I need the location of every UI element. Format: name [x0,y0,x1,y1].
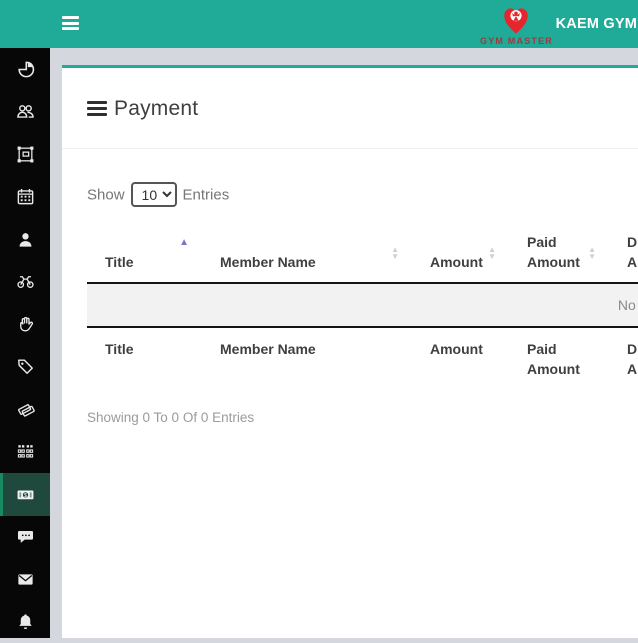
table-viewport: Title ▲ Member Name ▲▼ Amount ▲▼ Paid [87,224,638,389]
grid-icon [16,442,35,461]
column-header-paid-amount[interactable]: Paid Amount ▲▼ [509,224,609,283]
calendar-icon [16,187,35,206]
column-header-title[interactable]: Title ▲ [87,224,202,283]
sidebar-item-classes[interactable] [0,303,50,346]
table-summary: Showing 0 To 0 Of 0 Entries [87,410,638,425]
sort-icons[interactable]: ▲▼ [488,246,496,260]
show-label: Show [87,187,125,204]
logo-caption: GYM MASTER [480,36,552,46]
entries-label: Entries [183,187,230,204]
column-header-due-amount[interactable]: Due Amount ▲▼ [609,224,638,283]
sidebar-item-profile[interactable] [0,218,50,261]
table-footer-row: Title Member Name Amount Paid Amount Due… [87,327,638,389]
pie-chart-icon [16,60,35,79]
sidebar-item-notifications[interactable] [0,601,50,643]
envelope-icon [16,570,35,589]
tickets-icon [16,400,35,419]
bell-icon [16,612,35,631]
app-logo: GYM MASTER [480,2,552,46]
table-length-control: Show 10 Entries [87,182,638,207]
users-icon [16,102,35,121]
footer-member-name: Member Name [202,327,412,389]
sort-icons[interactable]: ▲▼ [391,246,399,260]
footer-due-amount: Due Amount [609,327,638,389]
sort-icons[interactable]: ▲▼ [588,246,596,260]
empty-message: No Matching Records Found [87,283,638,327]
motorcycle-icon [16,272,35,291]
sort-ascending-icon[interactable]: ▲ [179,233,189,253]
sidebar-item-messages[interactable] [0,516,50,559]
footer-paid-amount: Paid Amount [509,327,609,389]
sidebar-item-plans[interactable] [0,133,50,176]
column-header-amount[interactable]: Amount ▲▼ [412,224,509,283]
empty-row: No Matching Records Found [87,283,638,327]
panel-menu-icon[interactable] [87,101,107,117]
user-icon [16,230,35,249]
money-icon: $ [16,485,35,504]
panel-header: Payment [62,68,638,149]
tag-icon [16,357,35,376]
panel-body: Show 10 Entries Title ▲ Mem [62,149,638,425]
footer-amount: Amount [412,327,509,389]
sidebar-item-members[interactable] [0,91,50,134]
gym-name: KAEM GYM [556,16,637,32]
heart-figure-logo-icon [497,2,535,38]
table-header-row: Title ▲ Member Name ▲▼ Amount ▲▼ Paid [87,224,638,283]
sidebar-item-trainers[interactable] [0,261,50,304]
sidebar-item-email[interactable] [0,558,50,601]
sidebar-item-tags[interactable] [0,346,50,389]
chat-icon [16,527,35,546]
payments-table: Title ▲ Member Name ▲▼ Amount ▲▼ Paid [87,224,638,389]
hand-icon [16,315,35,334]
svg-text:$: $ [23,493,26,499]
sidebar-nav: $ [0,48,50,638]
top-header-bar: GYM MASTER KAEM GYM [0,0,638,48]
footer-title: Title [87,327,202,389]
sidebar-item-schedule[interactable] [0,176,50,219]
column-header-member-name[interactable]: Member Name ▲▼ [202,224,412,283]
sidebar-toggle-button[interactable] [62,16,79,31]
sidebar-item-reports[interactable] [0,431,50,474]
artboard-icon [16,145,35,164]
sidebar-item-tickets[interactable] [0,388,50,431]
payment-panel: Payment Show 10 Entries Title ▲ [62,65,638,638]
sidebar-item-dashboard[interactable] [0,48,50,91]
sidebar-item-payment[interactable]: $ [0,473,50,516]
page-title: Payment [114,97,198,121]
page-size-select[interactable]: 10 [131,182,177,207]
